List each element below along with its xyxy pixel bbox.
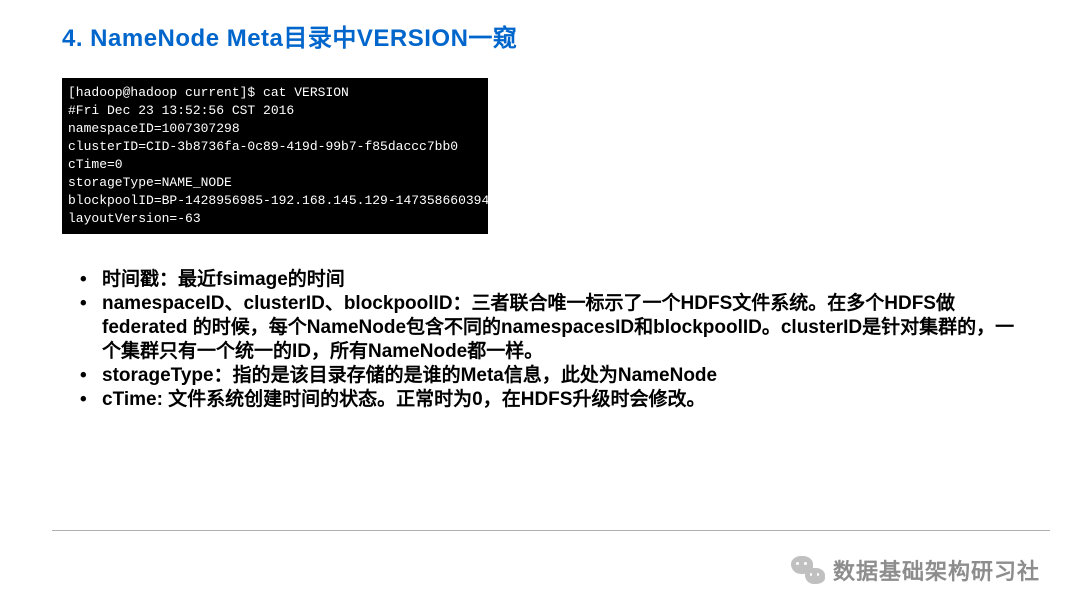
wechat-icon	[791, 556, 825, 584]
list-item: 时间戳：最近fsimage的时间	[80, 268, 1030, 292]
terminal-line: layoutVersion=-63	[68, 210, 482, 228]
footer-text: 数据基础架构研习社	[833, 554, 1040, 586]
list-item: storageType：指的是该目录存储的是谁的Meta信息，此处为NameNo…	[80, 364, 1030, 388]
list-item: cTime: 文件系统创建时间的状态。正常时为0，在HDFS升级时会修改。	[80, 388, 1030, 412]
terminal-line: cTime=0	[68, 156, 482, 174]
bullet-list: 时间戳：最近fsimage的时间 namespaceID、clusterID、b…	[80, 268, 1030, 412]
terminal-line: clusterID=CID-3b8736fa-0c89-419d-99b7-f8…	[68, 138, 482, 156]
terminal-line: blockpoolID=BP-1428956985-192.168.145.12…	[68, 192, 482, 210]
terminal-line: #Fri Dec 23 13:52:56 CST 2016	[68, 102, 482, 120]
terminal-screenshot: [hadoop@hadoop current]$ cat VERSION #Fr…	[62, 78, 488, 234]
terminal-line: [hadoop@hadoop current]$ cat VERSION	[68, 84, 482, 102]
footer: 数据基础架构研习社	[791, 554, 1040, 586]
terminal-line: namespaceID=1007307298	[68, 120, 482, 138]
terminal-line: storageType=NAME_NODE	[68, 174, 482, 192]
divider	[52, 530, 1050, 531]
section-heading: 4. NameNode Meta目录中VERSION一窥	[62, 18, 517, 53]
list-item: namespaceID、clusterID、blockpoolID：三者联合唯一…	[80, 292, 1030, 364]
